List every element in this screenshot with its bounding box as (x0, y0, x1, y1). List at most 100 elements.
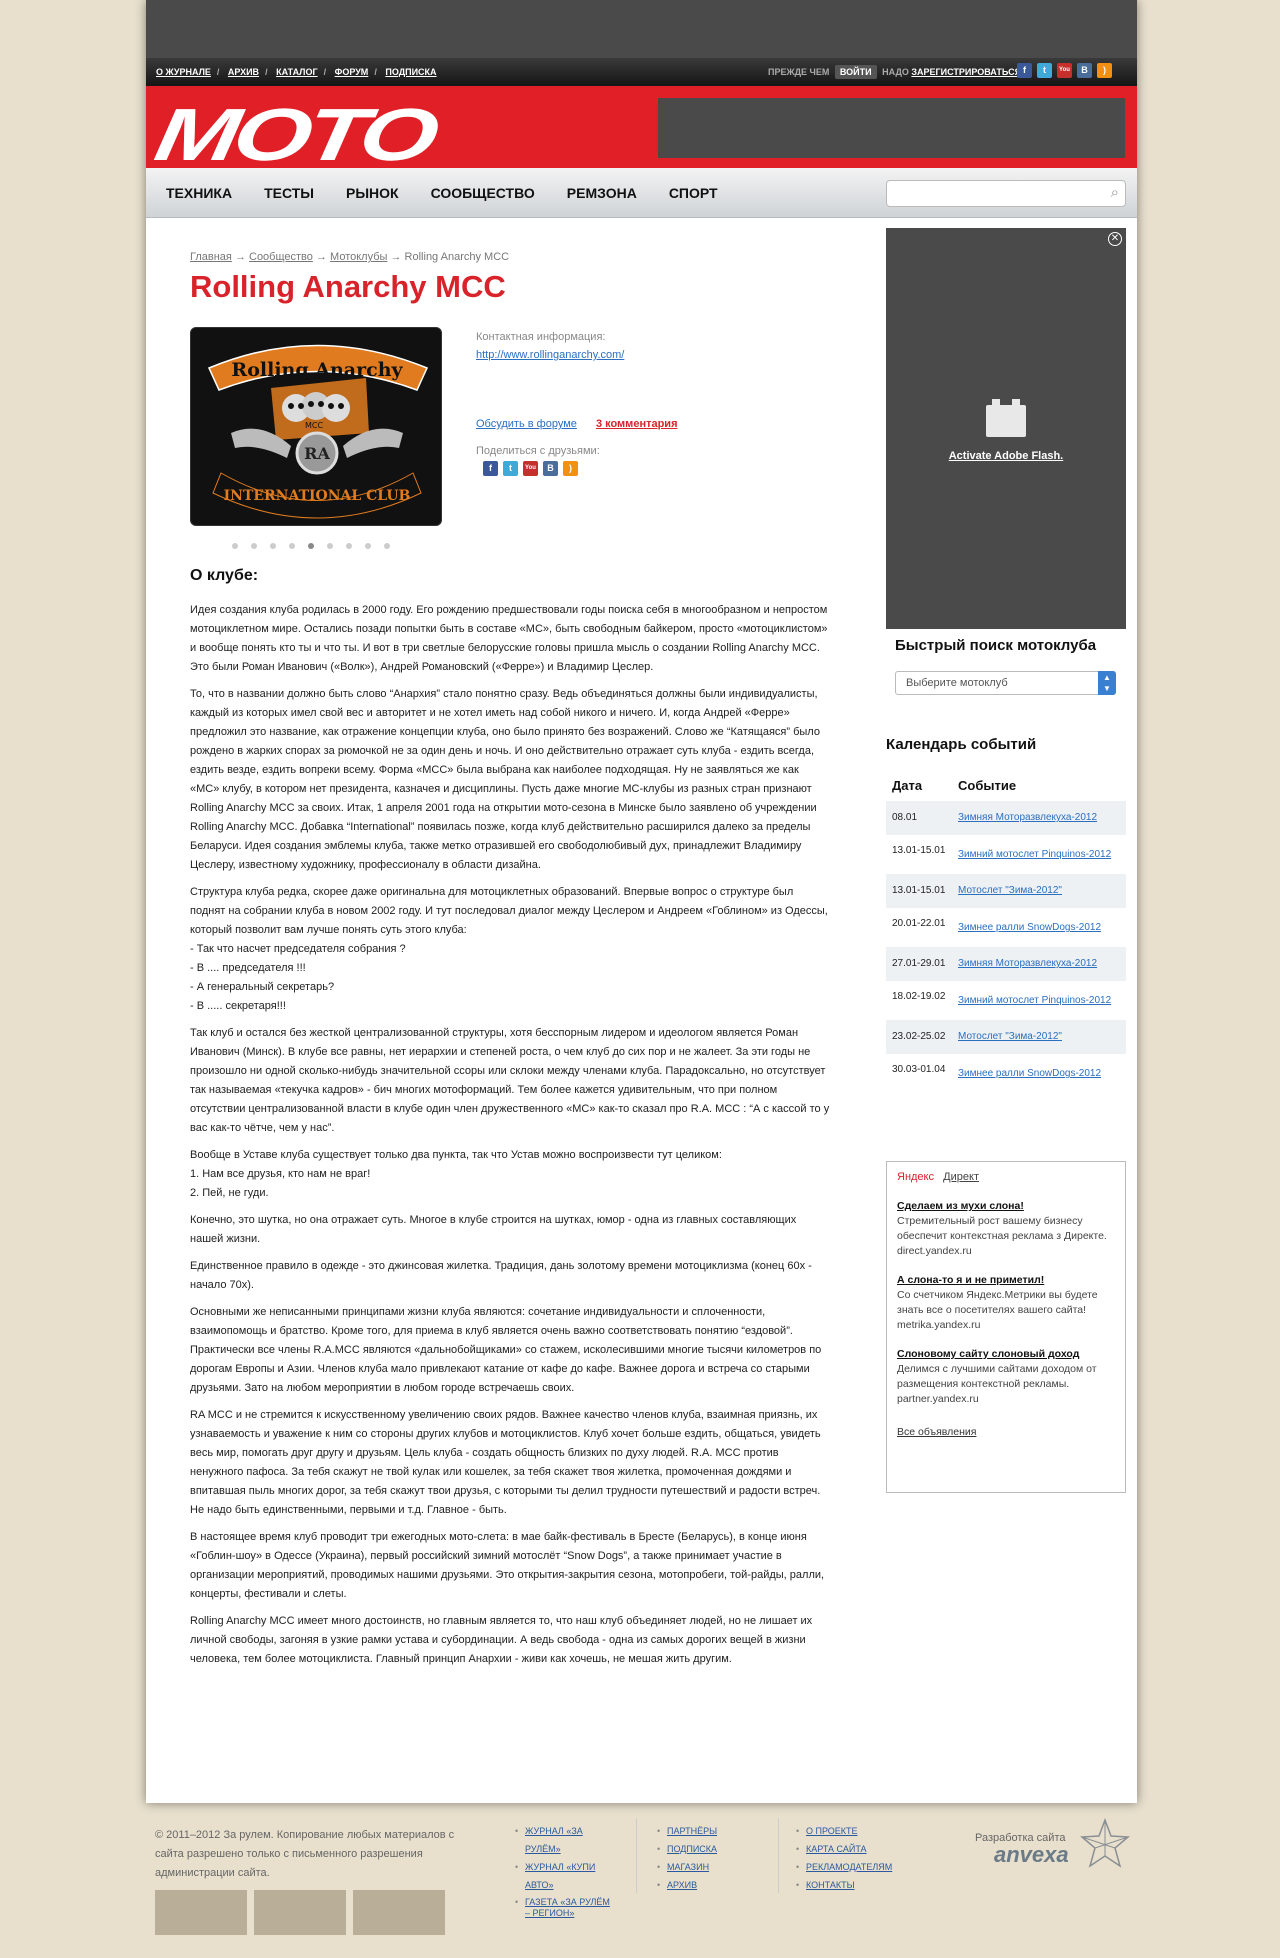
footer-link[interactable]: КАРТА САЙТА (796, 1840, 916, 1858)
menu-item-community[interactable]: СООБЩЕСТВО (431, 185, 535, 201)
calendar-row: 27.01-29.01 Зимняя Моторазвлекуха-2012 (886, 947, 1126, 981)
comments-link[interactable]: 3 комментария (596, 418, 678, 430)
top-banner-ad[interactable] (146, 0, 1137, 58)
ad-text: Стремительный рост вашему бизнесу обеспе… (897, 1215, 1107, 1242)
ad-title-link[interactable]: Сделаем из мухи слона! (897, 1199, 1115, 1214)
breadcrumb-home[interactable]: Главная (190, 251, 232, 263)
gallery-dot[interactable] (270, 543, 276, 549)
share-rss-icon[interactable]: ) (563, 461, 578, 476)
site-logo[interactable]: MOTO (149, 92, 440, 177)
calendar-event-link[interactable]: Мотослет "Зима-2012" (958, 1028, 1123, 1046)
menu-item-sport[interactable]: СПОРТ (669, 185, 718, 201)
menu-item-tech[interactable]: ТЕХНИКА (166, 185, 232, 201)
footer-link[interactable]: О ПРОЕКТЕ (796, 1822, 916, 1840)
yandex-direct-link[interactable]: Директ (943, 1171, 979, 1183)
top-link-subscribe[interactable]: ПОДПИСКА (385, 67, 436, 77)
share-vkontakte-icon[interactable]: B (543, 461, 558, 476)
footer-counter-badge[interactable] (155, 1890, 247, 1935)
menu-item-repair[interactable]: РЕМЗОНА (567, 185, 637, 201)
breadcrumb-current: Rolling Anarchy MCC (404, 251, 510, 263)
breadcrumb-clubs[interactable]: Мотоклубы (330, 251, 387, 263)
all-ads-link[interactable]: Все объявления (897, 1425, 1115, 1440)
menu-item-market[interactable]: РЫНОК (346, 185, 399, 201)
gallery-dot[interactable] (346, 543, 352, 549)
calendar-event-link[interactable]: Зимняя Моторазвлекуха-2012 (958, 955, 1123, 973)
calendar-event-link[interactable]: Зимний мотослет Pinquinos-2012 (958, 991, 1123, 1010)
article-paragraph: Так клуб и остался без жесткой централиз… (190, 1027, 830, 1134)
gallery-dot[interactable] (327, 543, 333, 549)
share-facebook-icon[interactable]: f (483, 461, 498, 476)
calendar-row: 20.01-22.01 Зимнее ралли SnowDogs-2012 (886, 910, 1126, 945)
calendar-row: 23.02-25.02 Мотослет "Зима-2012" (886, 1020, 1126, 1054)
footer-link[interactable]: ЖУРНАЛ «ЗА РУЛЁМ» (515, 1822, 615, 1858)
anvexa-star-icon (1080, 1818, 1130, 1868)
ad-site: direct.yandex.ru (897, 1245, 972, 1257)
footer-link[interactable]: МАГАЗИН (657, 1858, 757, 1876)
login-button[interactable]: ВОЙТИ (834, 65, 877, 79)
club-website-link[interactable]: http://www.rollinganarchy.com/ (476, 349, 624, 361)
yandex-brand[interactable]: Яндекс (897, 1171, 934, 1183)
gallery-dot[interactable] (384, 543, 390, 549)
activate-flash-link[interactable]: Activate Adobe Flash. (886, 450, 1126, 462)
twitter-icon[interactable]: t (1037, 63, 1052, 78)
vkontakte-icon[interactable]: B (1077, 63, 1092, 78)
auth-need-text: НАДО (882, 67, 909, 77)
calendar-table: Дата Событие 08.01 Зимняя Моторазвлекуха-… (886, 769, 1126, 1093)
calendar-event-link[interactable]: Зимняя Моторазвлекуха-2012 (958, 809, 1123, 827)
gallery-dot[interactable] (232, 543, 238, 549)
ad-title-link[interactable]: А слона-то я и не приметил! (897, 1273, 1115, 1288)
quick-search-title: Быстрый поиск мотоклуба (895, 637, 1097, 654)
select-arrows-icon[interactable]: ▲ ▼ (1098, 671, 1116, 695)
article-body: Идея создания клуба родилась в 2000 году… (190, 601, 830, 1677)
yandex-direct-header: Яндекс Директ (897, 1170, 1115, 1185)
share-youtube-icon[interactable]: You (523, 461, 538, 476)
article-paragraph: Структура клуба редка, скорее даже ориги… (190, 886, 828, 1012)
footer-counter-badge[interactable] (353, 1890, 445, 1935)
developer-logo[interactable]: anvexa (994, 1842, 1069, 1868)
club-select[interactable]: Выберите мотоклуб ▲ ▼ (895, 671, 1116, 695)
calendar-row: 13.01-15.01 Зимний мотослет Pinquinos-201… (886, 837, 1126, 872)
calendar-event-link[interactable]: Зимнее ралли SnowDogs-2012 (958, 918, 1123, 937)
footer-link[interactable]: ПОДПИСКА (657, 1840, 757, 1858)
footer-link[interactable]: ГАЗЕТА «ЗА РУЛЁМ – РЕГИОН» (515, 1894, 615, 1919)
footer-counter-badge[interactable] (254, 1890, 346, 1935)
gallery-dot[interactable] (289, 543, 295, 549)
search-icon[interactable]: ⌕ (1111, 184, 1119, 201)
top-link-journal[interactable]: О ЖУРНАЛЕ (156, 67, 211, 77)
search-input[interactable]: ⌕ (886, 180, 1126, 207)
gallery-dot[interactable] (365, 543, 371, 549)
footer-link[interactable]: ПАРТНЁРЫ (657, 1822, 757, 1840)
rss-icon[interactable]: ) (1097, 63, 1112, 78)
footer-link[interactable]: АРХИВ (657, 1876, 757, 1894)
calendar-event-link[interactable]: Мотослет "Зима-2012" (958, 882, 1123, 900)
contact-label: Контактная информация: (476, 331, 606, 343)
share-twitter-icon[interactable]: t (503, 461, 518, 476)
footer-link[interactable]: РЕКЛАМОДАТЕЛЯМ (796, 1858, 916, 1876)
ad-title-link[interactable]: Слоновому сайту слоновый доход (897, 1347, 1115, 1362)
top-link-archive[interactable]: АРХИВ (228, 67, 259, 77)
auth-block: ПРЕЖДЕ ЧЕМ ВОЙТИ НАДО ЗАРЕГИСТРИРОВАТЬСЯ (768, 65, 1021, 79)
youtube-icon[interactable]: You (1057, 63, 1072, 78)
gallery-dot-active[interactable] (308, 543, 314, 549)
auth-before-text: ПРЕЖДЕ ЧЕМ (768, 67, 830, 77)
close-icon[interactable]: ✕ (1108, 232, 1122, 246)
facebook-icon[interactable]: f (1017, 63, 1032, 78)
club-emblem-image[interactable]: Rolling Anarchy RA MCC INTERNATIONAL CLU… (190, 327, 442, 526)
footer-link[interactable]: КОНТАКТЫ (796, 1876, 916, 1894)
discuss-forum-link[interactable]: Обсудить в форуме (476, 418, 577, 430)
footer-link[interactable]: ЖУРНАЛ «КУПИ АВТО» (515, 1858, 615, 1894)
calendar-event-link[interactable]: Зимний мотослет Pinquinos-2012 (958, 845, 1123, 864)
register-link[interactable]: ЗАРЕГИСТРИРОВАТЬСЯ (911, 67, 1021, 77)
header-banner-ad[interactable] (658, 98, 1125, 158)
calendar-event-link[interactable]: Зимнее ралли SnowDogs-2012 (958, 1064, 1123, 1083)
about-heading: О клубе: (190, 567, 259, 584)
breadcrumb-community[interactable]: Сообщество (249, 251, 313, 263)
menu-item-tests[interactable]: ТЕСТЫ (264, 185, 314, 201)
calendar-date: 30.03-01.04 (892, 1064, 946, 1075)
gallery-dot[interactable] (251, 543, 257, 549)
page-title: Rolling Anarchy MCC (190, 269, 506, 304)
ad-site: metrika.yandex.ru (897, 1319, 981, 1331)
footer-col-services: ПАРТНЁРЫ ПОДПИСКА МАГАЗИН АРХИВ (657, 1822, 757, 1894)
top-link-catalog[interactable]: КАТАЛОГ (276, 67, 318, 77)
top-link-forum[interactable]: ФОРУМ (335, 67, 369, 77)
